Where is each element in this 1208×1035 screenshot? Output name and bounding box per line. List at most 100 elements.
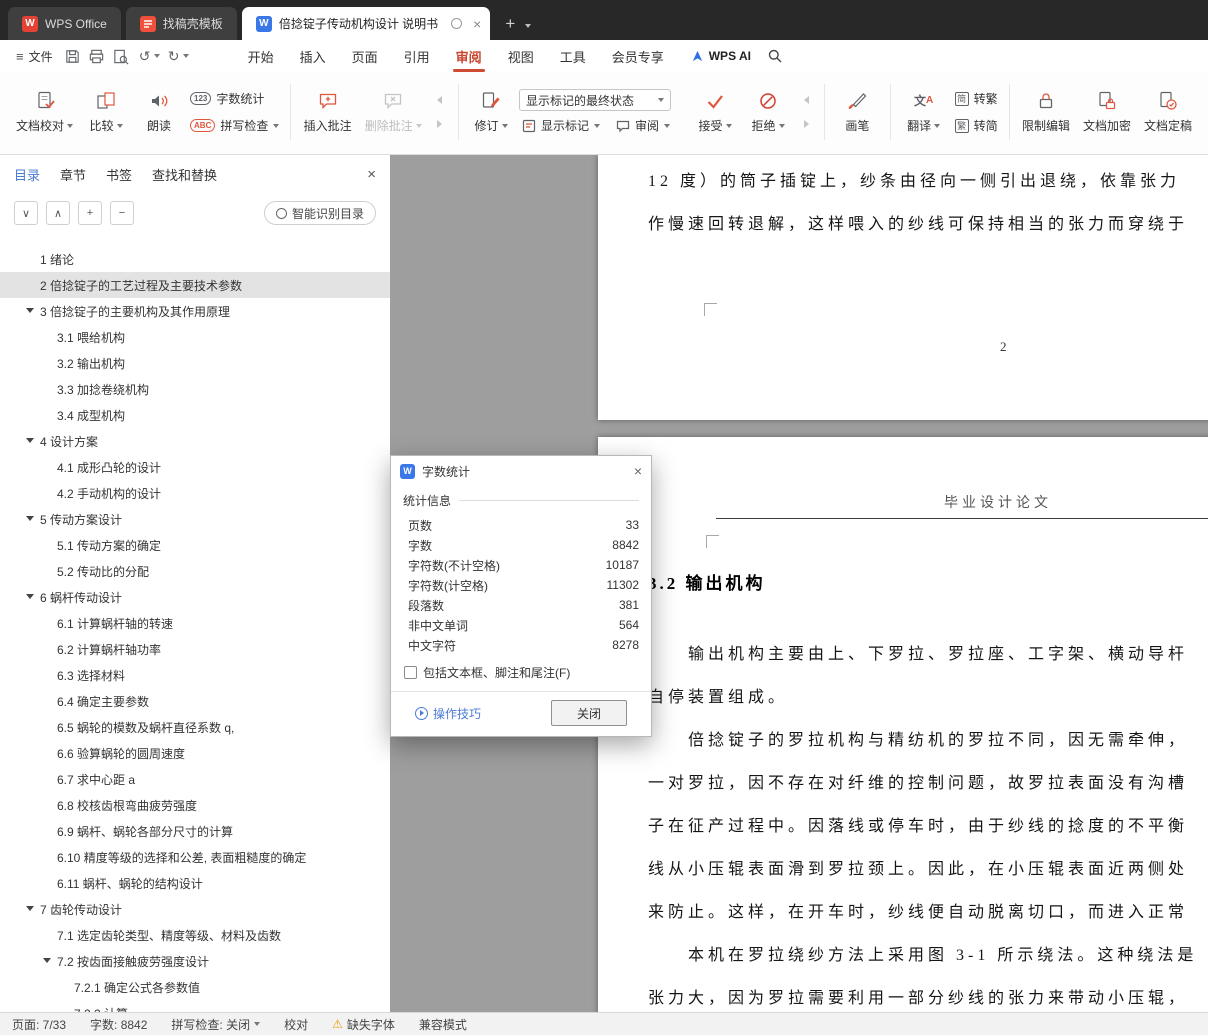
toc-item[interactable]: 6.1 计算蜗杆轴的转速 <box>0 610 390 636</box>
toc-item[interactable]: 6.11 蜗杆、蜗轮的结构设计 <box>0 870 390 896</box>
expand-arrow-icon[interactable] <box>26 516 34 521</box>
tab-document-active[interactable]: W 倍捻锭子传动机构设计 说明书 × <box>241 7 491 40</box>
toc-item[interactable]: 5 传动方案设计 <box>0 506 390 532</box>
print-preview-button[interactable] <box>109 40 133 72</box>
toc-item[interactable]: 3.4 成型机构 <box>0 402 390 428</box>
menu-tab-插入[interactable]: 插入 <box>287 40 339 72</box>
toc-zoom-out-button[interactable]: − <box>110 201 134 225</box>
document-page-3[interactable]: 毕业设计论文 3.2 输出机构 输出机构主要由上、下罗拉、罗拉座、工字架、横动导… <box>598 437 1208 1012</box>
show-markup-button[interactable]: 显示标记 <box>519 116 603 135</box>
markup-state-select[interactable]: 显示标记的最终状态 <box>519 89 671 111</box>
toc-item[interactable]: 4.1 成形凸轮的设计 <box>0 454 390 480</box>
menu-tab-页面[interactable]: 页面 <box>339 40 391 72</box>
finalize-document-button[interactable]: 文档定稿 <box>1139 85 1197 139</box>
encrypt-document-button[interactable]: 文档加密 <box>1078 85 1136 139</box>
dialog-title-bar[interactable]: W 字数统计 × <box>391 456 651 486</box>
doc-proofread-button[interactable]: 文档校对 <box>11 85 78 139</box>
toc-item[interactable]: 6.3 选择材料 <box>0 662 390 688</box>
toc-expand-button[interactable]: ∧ <box>46 201 70 225</box>
toc-item[interactable]: 6.10 精度等级的选择和公差, 表面粗糙度的确定 <box>0 844 390 870</box>
track-changes-button[interactable]: 修订 <box>466 85 516 139</box>
toc-item[interactable]: 7.2.1 确定公式各参数值 <box>0 974 390 1000</box>
previous-change-icon[interactable] <box>796 92 816 108</box>
dialog-close-icon[interactable]: × <box>634 463 642 479</box>
spellcheck-indicator[interactable]: 拼写检查: 关闭 <box>171 1016 261 1033</box>
toc-item[interactable]: 6.4 确定主要参数 <box>0 688 390 714</box>
expand-arrow-icon[interactable] <box>43 958 51 963</box>
toc-item[interactable]: 6.7 求中心距 a <box>0 766 390 792</box>
toc-item[interactable]: 7.1 选定齿轮类型、精度等级、材料及齿数 <box>0 922 390 948</box>
search-button[interactable] <box>767 40 783 72</box>
tips-link[interactable]: 操作技巧 <box>415 705 481 722</box>
new-tab-button[interactable]: + <box>505 15 515 32</box>
document-page-2[interactable]: 12 度）的筒子插锭上，纱条由径向一侧引出退绕，依靠张力 作慢速回转退解，这样喂入… <box>598 155 1208 420</box>
redo-chevron-icon[interactable] <box>182 54 189 58</box>
print-button[interactable] <box>85 40 109 72</box>
toc-item[interactable]: 7.2.2 计算 <box>0 1000 390 1013</box>
file-menu-button[interactable]: ≡ 文件 <box>8 40 61 72</box>
sidebar-tab-书签[interactable]: 书签 <box>106 165 132 184</box>
tab-template-store[interactable]: 找稿壳模板 <box>125 7 237 40</box>
toc-item[interactable]: 3.3 加捻卷绕机构 <box>0 376 390 402</box>
tab-wps-office[interactable]: W WPS Office <box>8 7 121 40</box>
toc-item[interactable]: 2 倍捻锭子的工艺过程及主要技术参数 <box>0 272 390 298</box>
tab-list-chevron-icon[interactable] <box>525 24 532 28</box>
to-simplified-button[interactable]: 繁 转简 <box>952 116 1001 135</box>
delete-comment-button[interactable]: 删除批注 <box>360 85 427 139</box>
sidebar-tab-查找和替换[interactable]: 查找和替换 <box>152 165 217 184</box>
toc-item[interactable]: 6.2 计算蜗杆轴功率 <box>0 636 390 662</box>
review-pane-button[interactable]: 审阅 <box>613 116 673 135</box>
undo-chevron-icon[interactable] <box>153 54 160 58</box>
toc-item[interactable]: 3.1 喂给机构 <box>0 324 390 350</box>
toc-item[interactable]: 3 倍捻锭子的主要机构及其作用原理 <box>0 298 390 324</box>
next-change-icon[interactable] <box>796 116 816 132</box>
menu-tab-视图[interactable]: 视图 <box>495 40 547 72</box>
expand-arrow-icon[interactable] <box>26 594 34 599</box>
accept-button[interactable]: 接受 <box>690 85 740 139</box>
toc-zoom-in-button[interactable]: + <box>78 201 102 225</box>
toc-item[interactable]: 4.2 手动机构的设计 <box>0 480 390 506</box>
next-comment-icon[interactable] <box>430 116 450 132</box>
toc-item[interactable]: 6.6 验算蜗轮的圆周速度 <box>0 740 390 766</box>
to-traditional-button[interactable]: 简 转繁 <box>952 89 1001 108</box>
sidebar-tab-目录[interactable]: 目录 <box>14 165 40 184</box>
menu-tab-工具[interactable]: 工具 <box>547 40 599 72</box>
proofread-indicator[interactable]: 校对 <box>284 1016 308 1033</box>
menu-tab-审阅[interactable]: 审阅 <box>443 40 495 72</box>
expand-arrow-icon[interactable] <box>26 438 34 443</box>
missing-font-indicator[interactable]: ⚠ 缺失字体 <box>332 1016 395 1033</box>
word-count-indicator[interactable]: 字数: 8842 <box>90 1016 147 1033</box>
expand-arrow-icon[interactable] <box>26 308 34 313</box>
toc-item[interactable]: 7 齿轮传动设计 <box>0 896 390 922</box>
dialog-close-button[interactable]: 关闭 <box>551 700 627 726</box>
toc-item[interactable]: 6 蜗杆传动设计 <box>0 584 390 610</box>
menu-tab-会员专享[interactable]: 会员专享 <box>599 40 677 72</box>
toc-item[interactable]: 6.5 蜗轮的模数及蜗杆直径系数 q, <box>0 714 390 740</box>
toc-item[interactable]: 4 设计方案 <box>0 428 390 454</box>
menu-tab-引用[interactable]: 引用 <box>391 40 443 72</box>
ink-brush-button[interactable]: 画笔 <box>832 85 882 139</box>
toc-item[interactable]: 3.2 输出机构 <box>0 350 390 376</box>
word-count-button[interactable]: 123 字数统计 <box>187 89 282 108</box>
checkbox-icon[interactable] <box>404 666 417 679</box>
toc-item[interactable]: 5.1 传动方案的确定 <box>0 532 390 558</box>
compat-mode-indicator[interactable]: 兼容模式 <box>419 1016 467 1033</box>
read-aloud-button[interactable]: 朗读 <box>134 85 184 139</box>
restrict-editing-button[interactable]: 限制编辑 <box>1017 85 1075 139</box>
save-button[interactable] <box>61 40 85 72</box>
compare-button[interactable]: 比较 <box>81 85 131 139</box>
smart-toc-button[interactable]: 智能识别目录 <box>263 201 376 225</box>
close-tab-icon[interactable]: × <box>473 17 481 31</box>
spell-check-button[interactable]: ABC 拼写检查 <box>187 116 282 135</box>
close-pane-icon[interactable]: × <box>367 166 376 183</box>
translate-button[interactable]: 文A 翻译 <box>899 85 949 139</box>
menu-tab-开始[interactable]: 开始 <box>235 40 287 72</box>
expand-arrow-icon[interactable] <box>26 906 34 911</box>
insert-comment-button[interactable]: 插入批注 <box>299 85 357 139</box>
include-footnotes-checkbox[interactable]: 包括文本框、脚注和尾注(F) <box>404 664 639 681</box>
sidebar-tab-章节[interactable]: 章节 <box>60 165 86 184</box>
toc-item[interactable]: 6.9 蜗杆、蜗轮各部分尺寸的计算 <box>0 818 390 844</box>
toc-collapse-button[interactable]: ∨ <box>14 201 38 225</box>
reject-button[interactable]: 拒绝 <box>743 85 793 139</box>
toc-item[interactable]: 1 绪论 <box>0 246 390 272</box>
